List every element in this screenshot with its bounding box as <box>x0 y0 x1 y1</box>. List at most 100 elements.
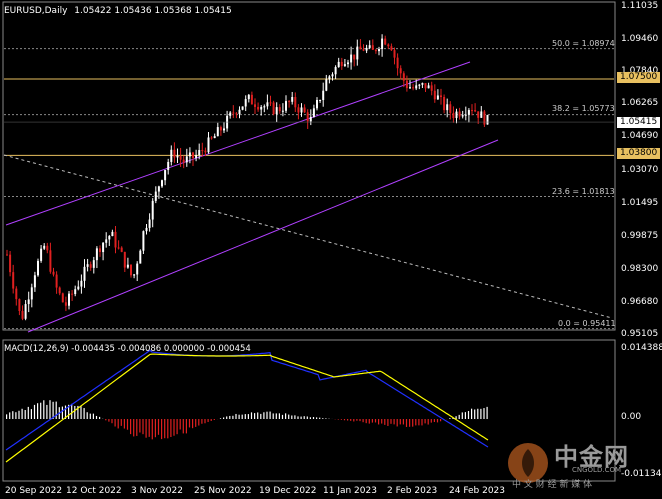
candle-body <box>192 152 194 158</box>
macd-histogram-bar <box>229 415 231 419</box>
candle-body <box>415 85 418 89</box>
price-tick: 1.04690 <box>621 131 659 141</box>
level-price-tag: 1.07500 <box>617 72 661 83</box>
macd-histogram-bar <box>164 419 166 439</box>
candle-body <box>356 46 359 60</box>
candle-body <box>232 112 235 114</box>
candle-body <box>46 245 49 251</box>
macd-histogram-bar <box>281 414 284 419</box>
macd-histogram-bar <box>235 413 237 419</box>
watermark: 中金网 CNGOLD.COM 中 文 财 经 新 媒 体 <box>506 437 656 490</box>
candle-body <box>254 104 256 107</box>
macd-histogram-bar <box>477 408 479 419</box>
candle-body <box>58 287 61 294</box>
candle-body <box>381 38 384 49</box>
candle-body <box>164 170 167 181</box>
candle-body <box>154 191 157 201</box>
candle-body <box>52 271 55 275</box>
candle-body <box>337 61 340 68</box>
price-tick: 0.96680 <box>621 297 659 307</box>
macd-histogram-bar <box>285 413 287 419</box>
candle-body <box>99 248 101 253</box>
macd-histogram-bar <box>43 400 45 419</box>
candle-body <box>362 49 365 51</box>
macd-histogram-bar <box>108 419 110 422</box>
macd-histogram-bar <box>49 400 51 419</box>
candle-body <box>306 112 309 122</box>
candle-body <box>89 264 92 268</box>
macd-histogram-bar <box>461 412 463 419</box>
chart-canvas[interactable] <box>0 0 662 499</box>
macd-histogram-bar <box>126 419 129 430</box>
price-tick: 1.03070 <box>621 165 659 175</box>
candle-body <box>126 264 129 268</box>
macd-histogram-bar <box>433 419 435 423</box>
macd-histogram-bar <box>449 418 451 419</box>
macd-histogram-bar <box>353 419 355 422</box>
macd-histogram-bar <box>471 408 473 419</box>
candle-body <box>281 110 284 112</box>
candle-body <box>331 74 334 77</box>
candle-body <box>216 127 219 137</box>
candle-body <box>303 107 306 113</box>
macd-histogram-bar <box>55 401 57 419</box>
candle-body <box>43 245 46 249</box>
candle-body <box>350 54 353 63</box>
price-tick: 0.99875 <box>621 231 659 241</box>
macd-histogram-bar <box>486 406 488 419</box>
macd-histogram-bar <box>399 419 401 425</box>
macd-histogram-bar <box>151 419 153 440</box>
candle-body <box>142 231 145 251</box>
candle-body <box>204 150 207 153</box>
candle-body <box>353 54 356 60</box>
macd-histogram-bar <box>18 410 20 419</box>
macd-histogram-bar <box>312 417 315 419</box>
candle-body <box>176 155 179 158</box>
macd-histogram-bar <box>421 419 423 426</box>
candle-body <box>285 101 287 111</box>
candle-body <box>474 110 477 112</box>
macd-histogram-bar <box>337 419 339 420</box>
macd-histogram-bar <box>27 406 29 419</box>
candle-body <box>188 152 191 157</box>
macd-histogram-bar <box>120 419 122 426</box>
candle-body <box>167 161 170 171</box>
macd-histogram-bar <box>325 418 327 419</box>
candle-body <box>424 83 427 89</box>
level-price-tag: 1.03800 <box>617 148 661 159</box>
macd-histogram-bar <box>387 419 389 426</box>
candle-body <box>9 254 12 273</box>
candle-body <box>340 61 343 67</box>
macd-histogram-bar <box>275 413 277 419</box>
candle-body <box>436 95 439 100</box>
symbol-label: EURUSD,Daily <box>4 6 68 16</box>
macd-histogram-bar <box>226 416 228 419</box>
macd-histogram-bar <box>210 419 212 421</box>
candle-body <box>433 90 436 100</box>
candle-body <box>312 108 315 117</box>
macd-histogram-bar <box>192 419 194 429</box>
candle-body <box>396 57 399 69</box>
macd-tick: 0.014388 <box>621 343 662 353</box>
candle-body <box>343 64 346 67</box>
macd-histogram-bar <box>390 419 392 424</box>
candle-body <box>440 95 442 97</box>
macd-histogram-bar <box>170 419 172 437</box>
candle-body <box>260 106 263 110</box>
time-label: 3 Nov 2022 <box>131 486 183 496</box>
price-tick: 1.06265 <box>621 98 659 108</box>
candle-body <box>374 49 377 52</box>
candle-body <box>114 231 117 248</box>
macd-histogram-bar <box>343 419 346 421</box>
macd-histogram-bar <box>241 414 243 419</box>
macd-histogram-bar <box>188 419 191 428</box>
macd-line <box>5 349 489 451</box>
price-tick: 0.98300 <box>621 264 659 274</box>
candle-body <box>384 38 387 45</box>
macd-histogram-bar <box>254 413 256 419</box>
macd-histogram-bar <box>139 419 141 433</box>
candle-body <box>18 299 21 311</box>
candle-body <box>467 110 470 115</box>
macd-histogram-bar <box>173 419 175 436</box>
macd-histogram-bar <box>105 419 107 421</box>
